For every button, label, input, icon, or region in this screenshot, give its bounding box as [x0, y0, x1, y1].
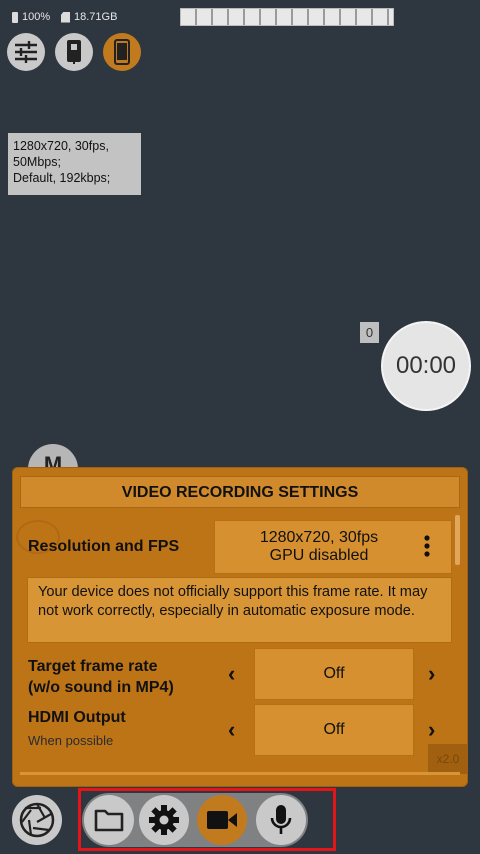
- zoom-text: x2.0: [436, 752, 460, 766]
- hdmi-next-button[interactable]: ›: [428, 719, 435, 741]
- resolution-label: Resolution and FPS: [28, 538, 180, 555]
- settings-sliders-button[interactable]: [7, 33, 45, 71]
- phone-orientation-button[interactable]: [103, 33, 141, 71]
- resolution-value: 1280x720, 30fps: [259, 529, 379, 546]
- storage-indicator: 18.71GB: [61, 11, 117, 23]
- info-line-2: 50Mbps;: [13, 155, 61, 169]
- more-vertical-icon: [424, 535, 430, 557]
- hdmi-output-label: HDMI Output: [28, 709, 126, 726]
- chevron-left-icon: ‹: [228, 661, 236, 686]
- sd-card-icon: [61, 11, 70, 23]
- info-line-1: 1280x720, 30fps,: [13, 139, 109, 153]
- battery-icon: [12, 11, 18, 23]
- timer-text: 00:00: [395, 352, 457, 379]
- highlight-frame: [78, 788, 336, 851]
- battery-level: 100%: [22, 11, 51, 23]
- target-rate-value-box: Off: [254, 648, 414, 700]
- phone-icon: [114, 39, 130, 65]
- phone-storage-icon: [67, 40, 81, 64]
- gpu-status: GPU disabled: [269, 547, 369, 564]
- zoom-indicator: x2.0: [428, 744, 468, 774]
- target-rate-next-button[interactable]: ›: [428, 663, 435, 685]
- hdmi-prev-button[interactable]: ‹: [228, 719, 235, 741]
- battery-indicator: 100%: [12, 11, 50, 23]
- shutter-icon: [19, 802, 55, 838]
- target-frame-rate-line2: (w/o sound in MP4): [28, 679, 174, 696]
- more-options-button[interactable]: [420, 533, 434, 564]
- clip-counter: 0: [360, 322, 379, 343]
- panel-divider: [20, 772, 460, 775]
- target-rate-value: Off: [323, 665, 345, 682]
- chevron-right-icon: ›: [428, 661, 436, 686]
- panel-scrollbar[interactable]: [455, 515, 460, 565]
- recording-info-box: 1280x720, 30fps, 50Mbps; Default, 192kbp…: [8, 133, 141, 195]
- unsupported-framerate-note: Your device does not officially support …: [27, 577, 452, 643]
- target-frame-rate-label: Target frame rate (w/o sound in MP4): [28, 656, 174, 698]
- resolution-selector[interactable]: 1280x720, 30fps GPU disabled: [214, 520, 452, 574]
- info-line-3: Default, 192kbps;: [13, 171, 111, 185]
- panel-title: VIDEO RECORDING SETTINGS: [20, 476, 460, 508]
- chevron-right-icon: ›: [428, 717, 436, 742]
- hdmi-value-box: Off: [254, 704, 414, 756]
- histogram: [180, 8, 394, 26]
- record-timer-button[interactable]: 00:00: [381, 321, 471, 411]
- hdmi-value: Off: [323, 721, 345, 738]
- sliders-icon: [15, 41, 37, 63]
- hdmi-output-sublabel: When possible: [28, 733, 114, 748]
- phone-storage-button[interactable]: [55, 33, 93, 71]
- target-rate-prev-button[interactable]: ‹: [228, 663, 235, 685]
- shutter-button[interactable]: [12, 795, 62, 845]
- storage-free: 18.71GB: [74, 11, 118, 23]
- chevron-left-icon: ‹: [228, 717, 236, 742]
- target-frame-rate-line1: Target frame rate: [28, 658, 158, 675]
